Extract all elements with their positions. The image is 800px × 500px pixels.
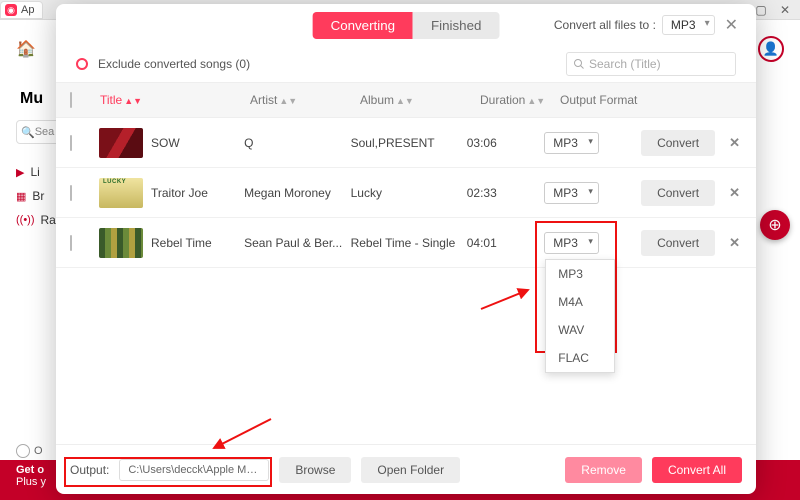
- window-close-icon[interactable]: ✕: [778, 3, 792, 17]
- output-label: Output:: [70, 463, 109, 477]
- format-option[interactable]: M4A: [546, 288, 614, 316]
- track-thumbnail: [99, 178, 143, 208]
- tab-label: Ap: [21, 4, 34, 16]
- convert-all-label: Convert all files to :: [554, 18, 656, 32]
- tab-converting[interactable]: Converting: [313, 12, 413, 39]
- avatar[interactable]: 👤: [758, 36, 784, 62]
- browse-button[interactable]: Browse: [279, 457, 351, 483]
- table-row: SOW Q Soul,PRESENT 03:06 MP3 Convert ✕: [56, 118, 756, 168]
- sort-icon: ▲▼: [124, 96, 142, 106]
- col-album[interactable]: Album▲▼: [360, 93, 480, 107]
- exclude-label: Exclude converted songs (0): [98, 57, 250, 71]
- col-duration[interactable]: Duration▲▼: [480, 93, 560, 107]
- format-select[interactable]: MP3: [544, 132, 599, 154]
- row-checkbox[interactable]: [70, 135, 72, 151]
- sidenav-radio[interactable]: ((•))Ra: [16, 208, 56, 232]
- table-row: Rebel Time Sean Paul & Ber... Rebel Time…: [56, 218, 756, 268]
- format-dropdown-menu: MP3 M4A WAV FLAC: [545, 259, 615, 373]
- track-title: Traitor Joe: [151, 186, 208, 200]
- search-icon: [573, 58, 585, 70]
- search-icon: 🔍: [21, 126, 35, 139]
- sidenav-listen[interactable]: ▶Li: [16, 160, 56, 184]
- select-all-checkbox[interactable]: [70, 92, 72, 108]
- track-thumbnail: [99, 128, 143, 158]
- app-logo: Mu: [16, 90, 43, 108]
- plus-circle-icon: ⊕: [768, 215, 781, 235]
- window-maximize-icon[interactable]: ▢: [754, 3, 768, 17]
- sort-icon: ▲▼: [279, 96, 297, 106]
- modal-footer: Output: C:\Users\decck\Apple Music... Br…: [56, 444, 756, 494]
- browser-tab-strip: ◉ Ap: [0, 0, 43, 20]
- fab-add-button[interactable]: ⊕: [760, 210, 790, 240]
- modal-header: Converting Finished Convert all files to…: [56, 4, 756, 46]
- track-artist: Megan Moroney: [244, 186, 350, 200]
- browser-tab[interactable]: ◉ Ap: [0, 1, 43, 19]
- modal-close-button[interactable]: ✕: [721, 15, 742, 35]
- format-option[interactable]: FLAC: [546, 344, 614, 372]
- modal-toolbar: Exclude converted songs (0) Search (Titl…: [56, 46, 756, 82]
- tracks-table: Title▲▼ Artist▲▼ Album▲▼ Duration▲▼ Outp…: [56, 82, 756, 444]
- track-album: Rebel Time - Single: [351, 236, 467, 250]
- col-title[interactable]: Title▲▼: [100, 93, 250, 107]
- track-thumbnail: [99, 228, 143, 258]
- remove-row-button[interactable]: ✕: [727, 235, 742, 251]
- tab-favicon-icon: ◉: [5, 4, 17, 16]
- format-option[interactable]: WAV: [546, 316, 614, 344]
- table-header: Title▲▼ Artist▲▼ Album▲▼ Duration▲▼ Outp…: [56, 82, 756, 118]
- sidenav-browse[interactable]: ▦Br: [16, 184, 56, 208]
- track-artist: Q: [244, 136, 350, 150]
- convert-button[interactable]: Convert: [641, 180, 715, 206]
- search-input[interactable]: Search (Title): [566, 52, 736, 76]
- converter-modal: Converting Finished Convert all files to…: [56, 4, 756, 494]
- tab-finished[interactable]: Finished: [413, 12, 499, 39]
- track-album: Lucky: [351, 186, 467, 200]
- radio-icon: ((•)): [16, 214, 35, 226]
- col-format: Output Format: [560, 93, 660, 107]
- table-row: Traitor Joe Megan Moroney Lucky 02:33 MP…: [56, 168, 756, 218]
- open-folder-button[interactable]: Open Folder: [361, 457, 460, 483]
- format-select[interactable]: MP3: [544, 182, 599, 204]
- remove-row-button[interactable]: ✕: [727, 185, 742, 201]
- sort-icon: ▲▼: [527, 96, 545, 106]
- background-sidenav: ▶Li ▦Br ((•))Ra: [16, 160, 56, 232]
- convert-all-button[interactable]: Convert All: [652, 457, 742, 483]
- remove-row-button[interactable]: ✕: [727, 135, 742, 151]
- track-duration: 04:01: [467, 236, 545, 250]
- exclude-radio[interactable]: [76, 58, 88, 70]
- sort-icon: ▲▼: [396, 96, 414, 106]
- track-title: SOW: [151, 136, 180, 150]
- track-artist: Sean Paul & Ber...: [244, 236, 350, 250]
- track-duration: 02:33: [467, 186, 545, 200]
- convert-button[interactable]: Convert: [641, 230, 715, 256]
- tab-segmented-control: Converting Finished: [313, 12, 500, 39]
- play-circle-icon: ▶: [16, 166, 24, 179]
- grid-icon: ▦: [16, 190, 26, 203]
- remove-button[interactable]: Remove: [565, 457, 642, 483]
- row-checkbox[interactable]: [70, 185, 72, 201]
- convert-button[interactable]: Convert: [641, 130, 715, 156]
- track-title: Rebel Time: [151, 236, 212, 250]
- track-duration: 03:06: [467, 136, 545, 150]
- global-format-select[interactable]: MP3: [662, 15, 715, 35]
- circle-icon: [16, 444, 30, 458]
- bg-open-in[interactable]: O: [16, 444, 43, 458]
- format-select[interactable]: MP3 MP3 M4A WAV FLAC: [544, 232, 599, 254]
- row-checkbox[interactable]: [70, 235, 72, 251]
- col-artist[interactable]: Artist▲▼: [250, 93, 360, 107]
- format-option[interactable]: MP3: [546, 260, 614, 288]
- output-path-field[interactable]: C:\Users\decck\Apple Music...: [119, 459, 269, 481]
- track-album: Soul,PRESENT: [351, 136, 467, 150]
- home-icon[interactable]: 🏠: [16, 39, 36, 59]
